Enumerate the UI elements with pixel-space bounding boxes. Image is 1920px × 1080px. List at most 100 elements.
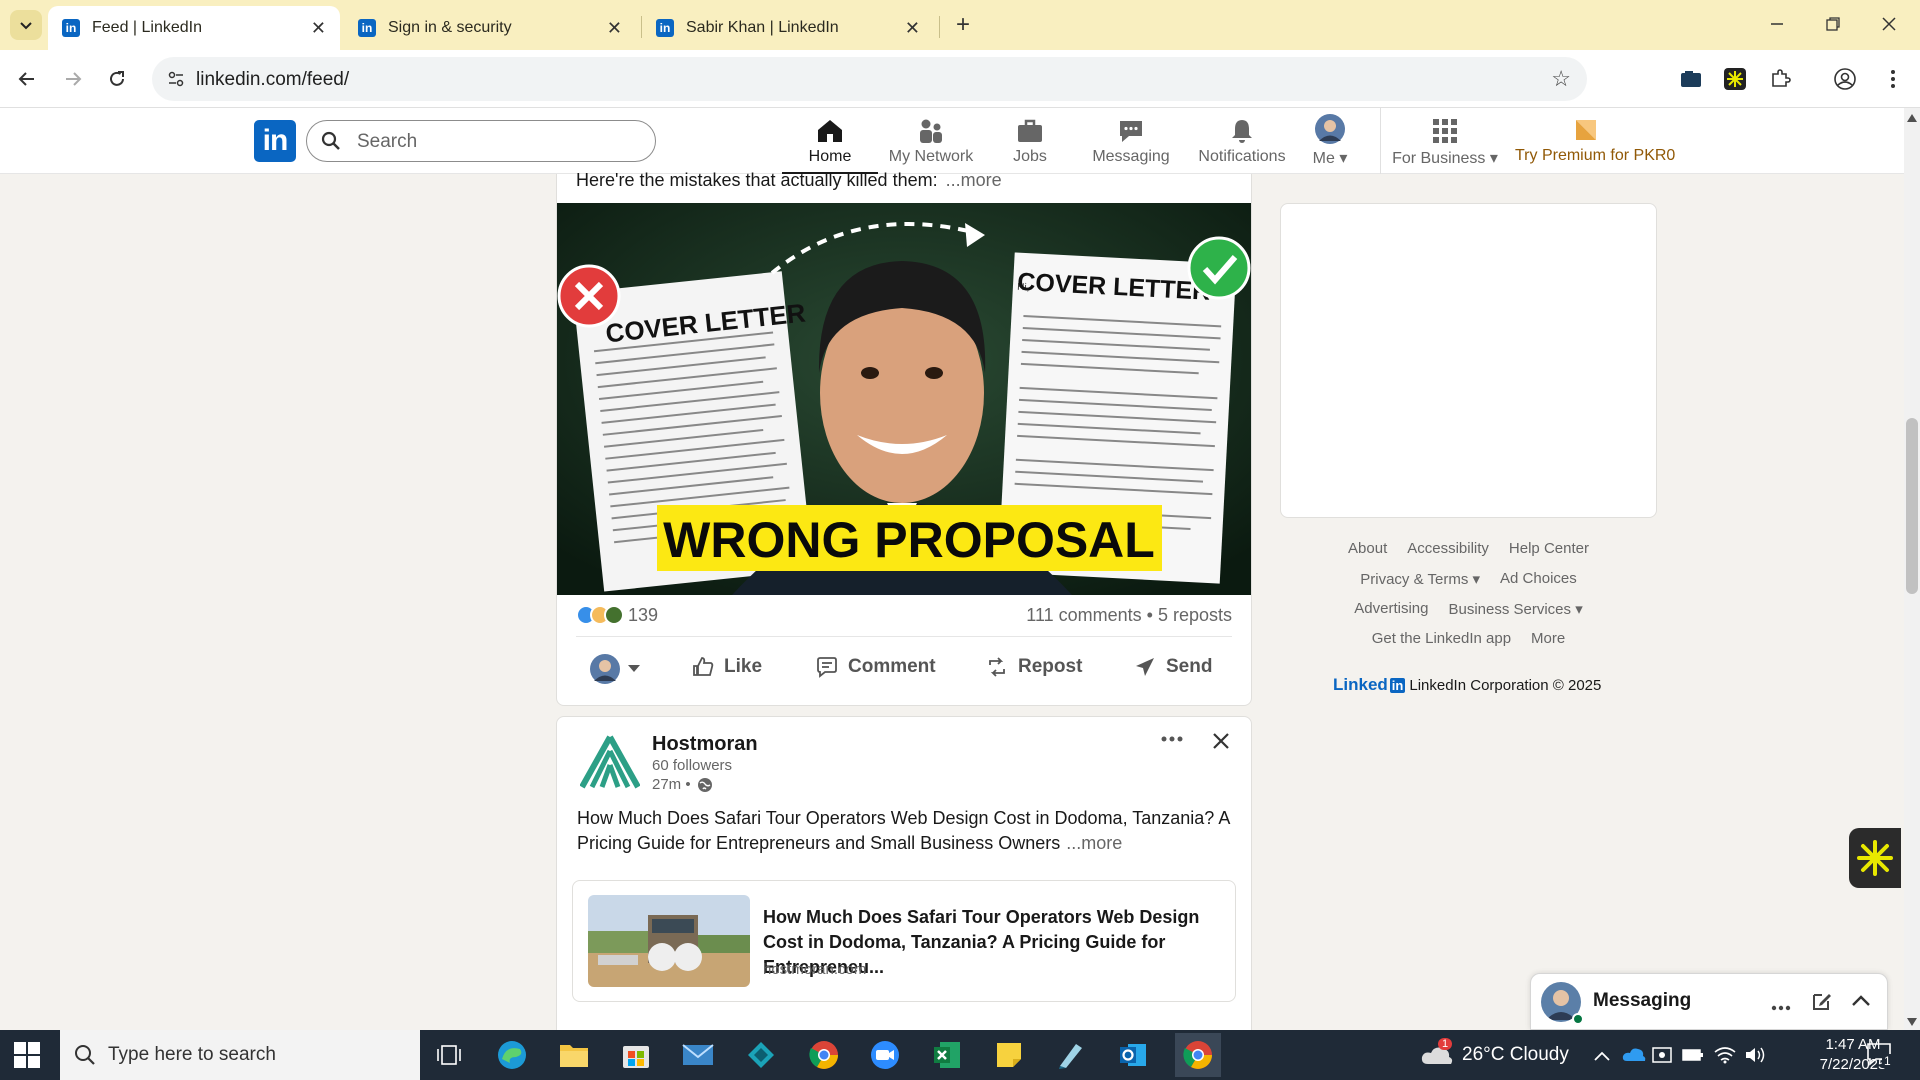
address-bar[interactable]: linkedin.com/feed/ ☆ [152, 57, 1587, 101]
restore-button[interactable] [1810, 8, 1856, 40]
taskbar-mail[interactable] [679, 1036, 717, 1074]
notification-center-button[interactable]: 1 [1866, 1042, 1893, 1071]
messaging-panel[interactable]: Messaging [1530, 973, 1888, 1030]
linkedin-logo[interactable]: in [254, 120, 296, 162]
profile-icon[interactable] [1830, 64, 1860, 94]
more-options-button[interactable] [1160, 730, 1184, 748]
extensions-puzzle-icon[interactable] [1765, 64, 1795, 94]
compose-icon [1813, 994, 1831, 1010]
premium-icon[interactable] [1574, 118, 1598, 142]
security-tray[interactable] [1652, 1046, 1672, 1069]
taskbar-search[interactable] [60, 1030, 420, 1080]
nav-home[interactable]: Home [782, 114, 878, 174]
footer-advertising[interactable]: Advertising [1354, 600, 1428, 630]
close-icon[interactable]: ✕ [607, 18, 622, 39]
weather-widget[interactable]: 1 26°C Cloudy [1420, 1038, 1569, 1066]
reload-button[interactable] [100, 62, 134, 96]
taskbar-outlook[interactable] [1114, 1036, 1152, 1074]
search-input[interactable] [357, 129, 637, 155]
new-tab-button[interactable]: + [948, 10, 978, 40]
scroll-down-arrow-icon[interactable] [1907, 1018, 1917, 1026]
footer-get-app[interactable]: Get the LinkedIn app [1372, 630, 1511, 660]
extension-spark-icon[interactable] [1720, 64, 1750, 94]
search-box[interactable] [306, 120, 656, 162]
footer-about[interactable]: About [1348, 540, 1387, 570]
battery-tray[interactable] [1682, 1048, 1704, 1067]
company-logo[interactable] [580, 733, 640, 791]
tab-sign-in-security[interactable]: in Sign in & security ✕ [344, 6, 636, 50]
premium-link[interactable]: Try Premium for PKR0 [1515, 147, 1675, 165]
onedrive-icon [1622, 1048, 1646, 1061]
back-button[interactable] [10, 62, 44, 96]
nav-notifications[interactable]: Notifications [1183, 114, 1301, 174]
comment-button[interactable]: Comment [816, 656, 936, 678]
windows-logo-icon [14, 1042, 40, 1068]
nav-messaging[interactable]: Messaging [1085, 114, 1177, 174]
comments-reposts-count[interactable]: 111 comments • 5 reposts [1026, 605, 1232, 626]
nav-for-business[interactable]: For Business ▾ [1390, 114, 1500, 174]
see-more-link[interactable]: ...more [1066, 833, 1122, 853]
tab-sabir-khan[interactable]: in Sabir Khan | LinkedIn ✕ [642, 6, 934, 50]
taskbar-search-input[interactable] [108, 1044, 398, 1066]
onedrive-tray[interactable] [1622, 1046, 1646, 1067]
post-image[interactable]: COVER LETTER Hi, COVER LETTER WRONG PROP… [557, 203, 1251, 595]
reaction-icons[interactable] [576, 605, 624, 625]
bookmark-star-icon[interactable]: ☆ [1551, 66, 1571, 92]
author-name[interactable]: Hostmoran [652, 733, 758, 756]
url-text[interactable]: linkedin.com/feed/ [196, 69, 349, 91]
site-info-icon[interactable] [162, 65, 190, 93]
tab-feed[interactable]: in Feed | LinkedIn ✕ [48, 6, 340, 50]
close-window-button[interactable] [1866, 8, 1912, 40]
dismiss-post-button[interactable] [1212, 732, 1230, 755]
browser-menu-icon[interactable] [1878, 64, 1908, 94]
wifi-tray[interactable] [1714, 1046, 1736, 1069]
taskbar-edge[interactable] [493, 1036, 531, 1074]
task-view-button[interactable] [430, 1036, 468, 1074]
send-button[interactable]: Send [1134, 656, 1212, 678]
nav-my-network[interactable]: My Network [880, 114, 982, 174]
footer-help-center[interactable]: Help Center [1509, 540, 1589, 570]
extension-camera-icon[interactable] [1676, 64, 1706, 94]
messaging-options-button[interactable] [1771, 998, 1791, 1016]
minimize-button[interactable] [1754, 8, 1800, 40]
volume-tray[interactable] [1744, 1046, 1766, 1069]
footer-privacy-terms[interactable]: Privacy & Terms ▾ [1360, 570, 1480, 600]
taskbar-sticky-notes[interactable] [990, 1036, 1028, 1074]
tab-search-button[interactable] [10, 10, 42, 40]
repost-button[interactable]: Repost [986, 656, 1082, 678]
see-more-link[interactable]: ...more [946, 170, 1002, 190]
forward-button[interactable] [56, 62, 90, 96]
reaction-count[interactable]: 139 [628, 605, 658, 626]
taskbar-file-explorer[interactable] [555, 1036, 593, 1074]
show-hidden-icons-button[interactable] [1594, 1048, 1610, 1066]
footer-business-services[interactable]: Business Services ▾ [1448, 600, 1582, 630]
minimize-icon [1771, 23, 1783, 25]
scroll-up-arrow-icon[interactable] [1907, 114, 1917, 122]
like-button[interactable]: Like [692, 656, 762, 678]
footer-accessibility[interactable]: Accessibility [1407, 540, 1489, 570]
close-icon[interactable]: ✕ [311, 18, 326, 39]
collapse-messaging-button[interactable] [1851, 994, 1871, 1012]
nav-jobs[interactable]: Jobs [990, 114, 1070, 174]
task-view-icon [437, 1045, 461, 1065]
caret-down-icon [628, 665, 640, 672]
excel-icon [934, 1042, 960, 1068]
taskbar-excel[interactable] [928, 1036, 966, 1074]
nav-me[interactable]: Me ▾ [1302, 114, 1358, 174]
zoom-icon [871, 1041, 899, 1069]
floating-extension-button[interactable] [1849, 828, 1901, 888]
close-icon[interactable]: ✕ [905, 18, 920, 39]
taskbar-app-diamond[interactable] [742, 1036, 780, 1074]
taskbar-store[interactable] [617, 1036, 655, 1074]
compose-message-button[interactable] [1811, 990, 1833, 1017]
reaction-actor-selector[interactable] [590, 654, 650, 684]
start-button[interactable] [14, 1042, 40, 1073]
link-preview-card[interactable]: How Much Does Safari Tour Operators Web … [572, 880, 1236, 1002]
scrollbar-thumb[interactable] [1906, 418, 1918, 594]
footer-more[interactable]: More [1531, 630, 1565, 660]
footer-ad-choices[interactable]: Ad Choices [1500, 570, 1577, 600]
taskbar-zoom[interactable] [866, 1036, 904, 1074]
taskbar-app-pen[interactable] [1052, 1036, 1090, 1074]
taskbar-chrome-1[interactable] [805, 1036, 843, 1074]
taskbar-chrome-2[interactable] [1175, 1033, 1221, 1077]
